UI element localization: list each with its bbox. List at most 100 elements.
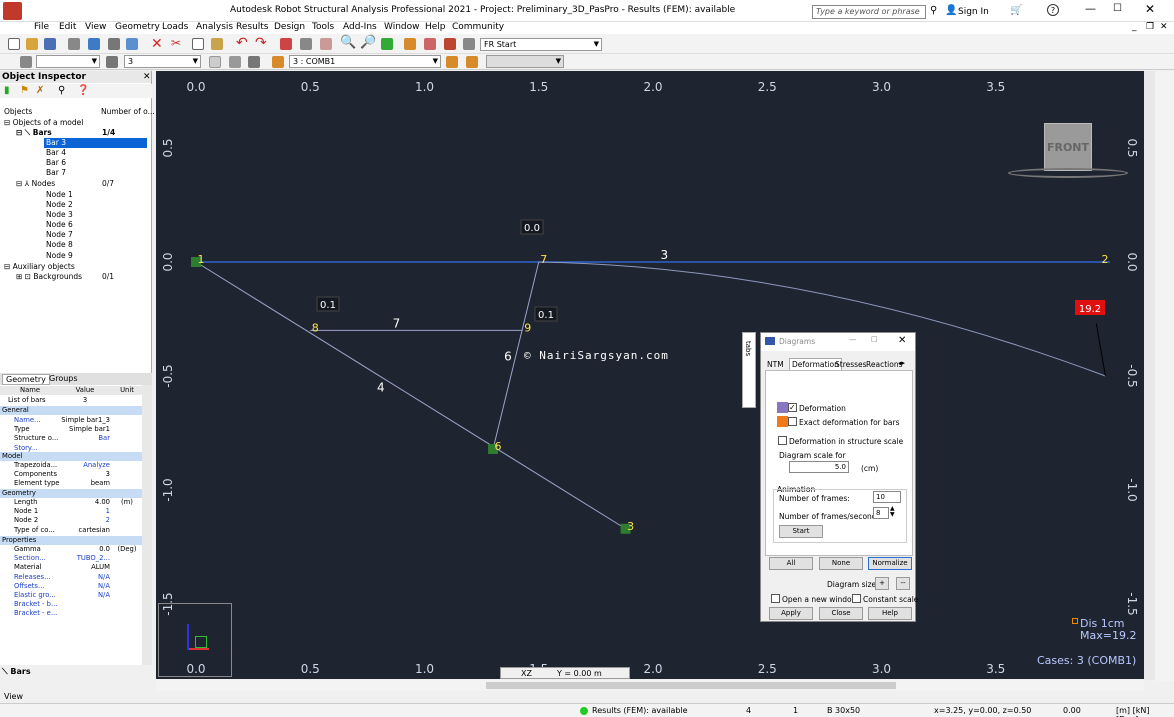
selection-icon[interactable] — [20, 56, 32, 68]
tab-groups[interactable]: Groups — [46, 374, 81, 383]
tree-node-item[interactable]: Node 3 — [46, 210, 73, 219]
close-button[interactable]: ✕ — [1145, 2, 1155, 16]
copy-icon[interactable] — [192, 38, 204, 50]
pan-icon[interactable] — [381, 38, 393, 50]
property-row[interactable]: List of bars 3 — [0, 396, 142, 405]
normalize-button[interactable]: Normalize — [868, 557, 912, 570]
property-row[interactable]: Node 2 2 — [0, 516, 142, 525]
preview-icon[interactable] — [88, 38, 100, 50]
view-plane-bar[interactable]: XZ Y = 0.00 m — [500, 667, 630, 679]
table-icon[interactable] — [280, 38, 292, 50]
view-coord-label[interactable]: Y = 0.00 m — [557, 669, 602, 678]
scale-input[interactable]: 5.0 — [789, 461, 849, 473]
zoom-window-icon[interactable]: 🔎 — [360, 35, 376, 50]
object-type-combo[interactable]: ▼ — [36, 55, 100, 68]
property-row[interactable]: Type Simple bar1 — [0, 425, 142, 434]
tree-nodes[interactable]: ⊟ ⅄ Nodes — [16, 179, 55, 188]
tab-bars[interactable]: ⟍ Bars — [2, 667, 31, 677]
property-value[interactable]: beam — [60, 479, 110, 488]
menu-add-ins[interactable]: Add-Ins — [343, 22, 377, 32]
section-general[interactable]: General — [0, 406, 142, 415]
bar-selection-combo[interactable]: 3 ▼ — [124, 55, 201, 68]
mdi-close-button[interactable]: ✕ — [1160, 22, 1168, 32]
property-row[interactable]: Type of co... cartesian — [0, 526, 142, 535]
mdi-minimize-button[interactable]: _ — [1132, 22, 1137, 32]
open-new-checkbox[interactable] — [771, 594, 780, 603]
print-icon[interactable] — [68, 38, 80, 50]
mode-combo[interactable]: ▼ — [486, 55, 564, 68]
menu-loads[interactable]: Loads — [162, 22, 188, 32]
menu-geometry[interactable]: Geometry — [115, 22, 160, 32]
tab-scroll-icon[interactable]: ◂▸ — [898, 359, 905, 367]
delete-icon[interactable]: ✕ — [151, 36, 163, 52]
viewport[interactable]: 0.00.51.01.52.02.53.03.50.00.51.01.52.02… — [156, 71, 1144, 679]
close-dialog-button[interactable]: Close — [819, 607, 863, 620]
side-tab-label[interactable]: tabs — [744, 341, 752, 356]
find-icon[interactable]: ⚲ — [58, 85, 65, 96]
tree-bar-item[interactable]: Bar 3 — [46, 138, 66, 147]
menu-tools[interactable]: Tools — [312, 22, 334, 32]
property-row[interactable]: Trapezoida... Analyze — [0, 461, 142, 470]
tree-bars[interactable]: ⊟ ⟍ Bars — [16, 128, 52, 138]
property-row[interactable]: Bracket - b... — [0, 600, 142, 609]
case-icon[interactable] — [272, 56, 284, 68]
property-row[interactable]: Name... Simple bar1_3 — [0, 416, 142, 425]
save-icon[interactable] — [44, 38, 56, 50]
menu-edit[interactable]: Edit — [59, 22, 76, 32]
tree-node-item[interactable]: Node 1 — [46, 190, 73, 199]
settings-icon[interactable] — [444, 38, 456, 50]
filter-icon[interactable] — [209, 56, 221, 68]
dialog-minimize-icon[interactable]: — — [849, 335, 857, 344]
vertical-scrollbar[interactable] — [142, 385, 152, 665]
property-value[interactable]: cartesian — [60, 526, 110, 535]
close-icon[interactable]: ✕ — [143, 72, 151, 82]
tree-node-item[interactable]: Node 7 — [46, 230, 73, 239]
minimize-button[interactable]: — — [1085, 2, 1096, 15]
property-value[interactable]: 1 — [60, 507, 110, 516]
view-plane-label[interactable]: XZ — [521, 669, 532, 678]
property-row[interactable]: Elastic gro... N/A — [0, 591, 142, 600]
tree-backgrounds[interactable]: ⊞ ⊡ Backgrounds — [16, 272, 82, 281]
cart-icon[interactable]: 🛒 — [1010, 5, 1022, 16]
property-value[interactable]: Simple bar1 — [60, 425, 110, 434]
color-icon[interactable] — [248, 56, 260, 68]
sign-in-link[interactable]: Sign In — [958, 7, 989, 17]
menu-help[interactable]: Help — [425, 22, 446, 32]
search-input[interactable]: Type a keyword or phrase — [812, 5, 926, 19]
exact-checkbox[interactable] — [788, 417, 797, 426]
calculator-icon[interactable] — [463, 38, 475, 50]
undo-icon[interactable]: ↶ — [236, 35, 248, 51]
property-row[interactable]: Components 3 — [0, 470, 142, 479]
tab-stresses[interactable]: Stresses — [835, 360, 867, 369]
size-plus-button[interactable]: + — [875, 577, 889, 590]
tree-node-item[interactable]: Node 2 — [46, 200, 73, 209]
exact-color-swatch[interactable] — [777, 416, 788, 427]
property-value[interactable]: Analyze — [60, 461, 110, 470]
new-icon[interactable] — [8, 38, 20, 50]
property-value[interactable]: 3 — [60, 470, 110, 479]
property-row[interactable]: Bracket - e... — [0, 609, 142, 618]
none-button[interactable]: None — [819, 557, 863, 570]
dialog-side-tabs[interactable]: tabs — [742, 332, 756, 408]
tree-bar-item[interactable]: Bar 4 — [46, 148, 66, 157]
tree-root[interactable]: ⊟ Objects of a model — [4, 118, 83, 127]
tab-ntm[interactable]: NTM — [767, 360, 784, 369]
apply-button[interactable]: Apply — [769, 607, 813, 620]
bar-selection-icon[interactable] — [106, 56, 118, 68]
tree-bar-item[interactable]: Bar 7 — [46, 168, 66, 177]
tree-node-item[interactable]: Node 6 — [46, 220, 73, 229]
property-row[interactable]: Structure o... Bar — [0, 434, 142, 443]
user-icon[interactable]: 👤 — [945, 5, 957, 16]
property-value[interactable]: Bar — [60, 434, 110, 443]
property-row[interactable]: Node 1 1 — [0, 507, 142, 516]
menu-view[interactable]: View — [85, 22, 106, 32]
property-row[interactable]: Material ALUM — [0, 563, 142, 572]
binoculars-icon[interactable]: ⚲ — [930, 5, 937, 16]
dialog-close-icon[interactable]: ✕ — [898, 335, 906, 346]
property-row[interactable]: Section... TUBO_2... — [0, 554, 142, 563]
maximize-button[interactable]: ☐ — [1113, 3, 1122, 14]
tree-node-item[interactable]: Node 9 — [46, 251, 73, 260]
property-value[interactable]: ALUM — [60, 563, 110, 572]
help-icon[interactable]: ? — [1047, 4, 1059, 16]
filter-green-icon[interactable]: ▮ — [4, 85, 10, 96]
